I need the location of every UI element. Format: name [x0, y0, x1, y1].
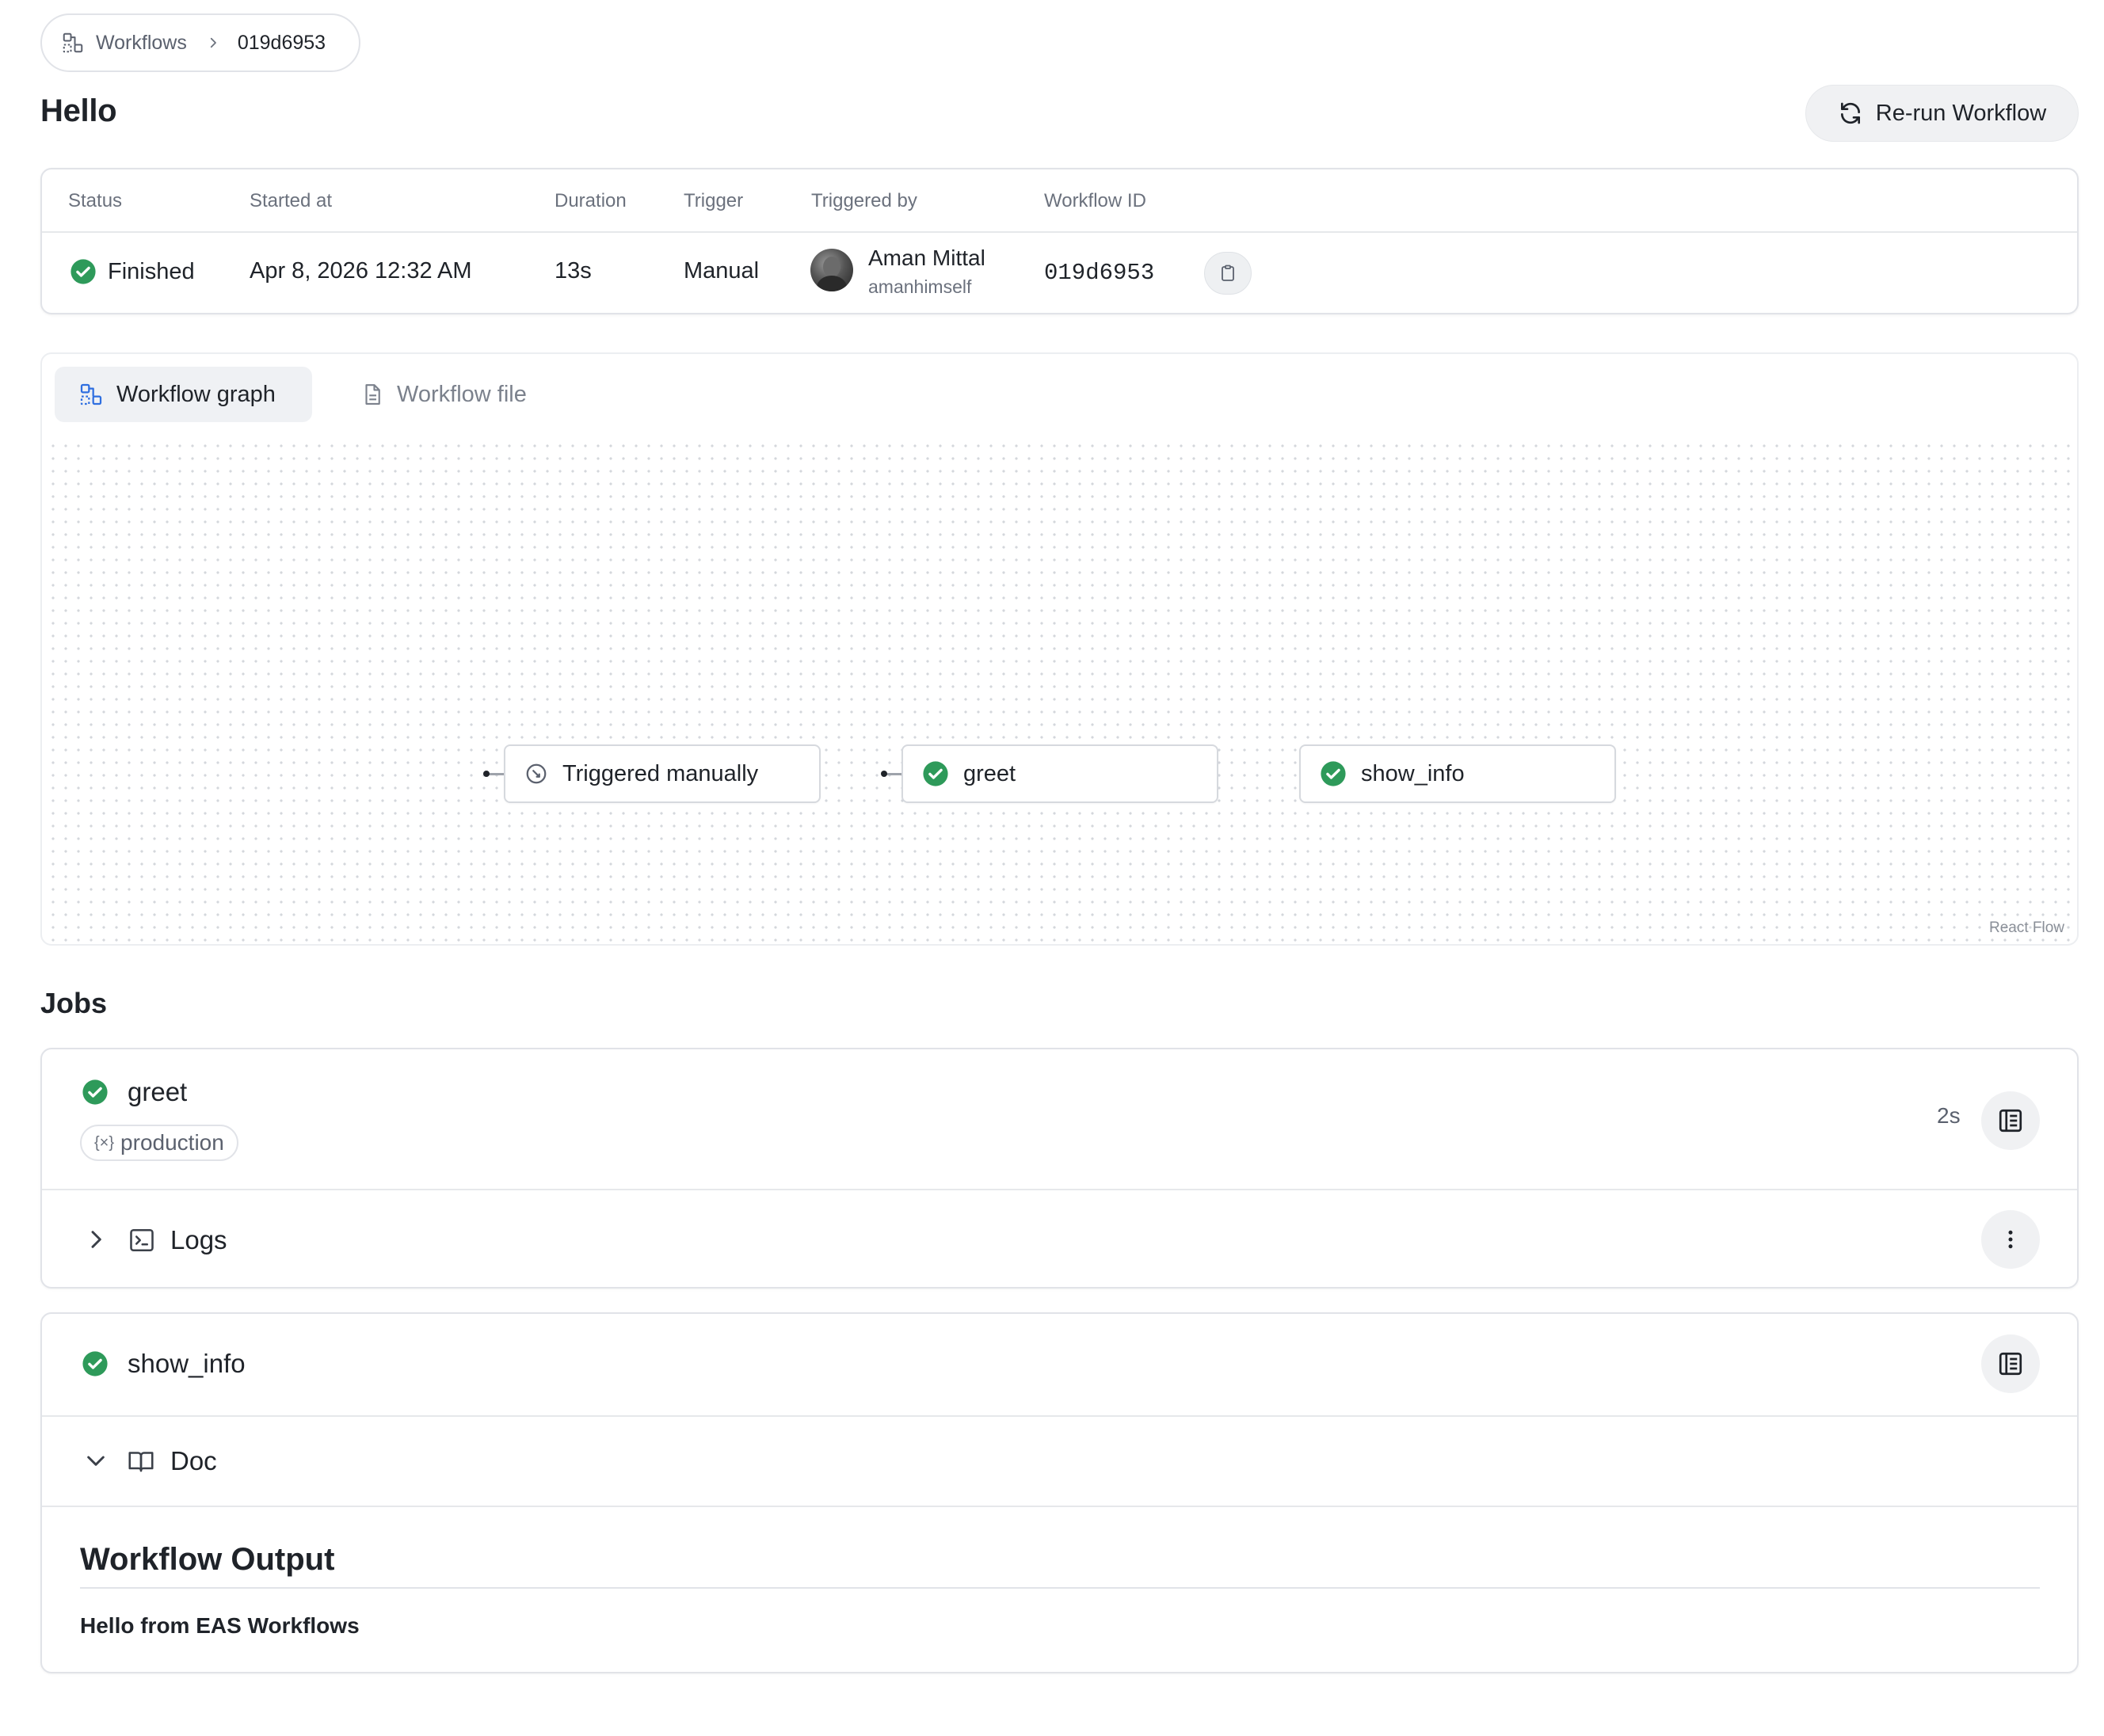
tab-workflow-file-label: Workflow file [397, 381, 527, 407]
logs-label: Logs [170, 1225, 227, 1254]
workflow-id-value: 019d6953 [1044, 260, 1155, 286]
workflow-graph-panel: Workflow graph Workflow file Triggered m… [40, 352, 2079, 946]
duration-header: Duration [555, 190, 627, 211]
book-open-icon [126, 1447, 156, 1475]
check-circle-icon [922, 760, 949, 787]
divider [42, 1506, 2077, 1507]
job-card-greet: greet {×} production 2s Logs [40, 1048, 2079, 1289]
file-icon [360, 383, 384, 406]
duration-value: 13s [555, 258, 592, 284]
rerun-workflow-button[interactable]: Re-run Workflow [1805, 85, 2079, 142]
status-text: Finished [108, 258, 195, 284]
triggered-by-username: amanhimself [868, 276, 972, 297]
job-name: greet [128, 1077, 188, 1106]
copy-workflow-id-button[interactable] [1204, 252, 1252, 295]
avatar [810, 249, 853, 291]
view-job-button[interactable] [1981, 1334, 2040, 1393]
node-handle[interactable] [483, 771, 490, 777]
refresh-icon [1838, 101, 1863, 126]
check-circle-icon [70, 258, 97, 285]
graph-node-label: show_info [1361, 760, 1465, 786]
variable-icon: {×} [94, 1133, 115, 1152]
graph-canvas[interactable]: Triggered manually greet show_info React… [47, 440, 2072, 943]
doc-label: Doc [170, 1446, 217, 1475]
trigger-header: Trigger [684, 190, 744, 211]
output-text: Hello from EAS Workflows [80, 1613, 360, 1638]
graph-node-trigger[interactable]: Triggered manually [504, 744, 821, 803]
doc-section-toggle[interactable]: Doc [42, 1417, 2077, 1504]
more-options-button[interactable] [1981, 1210, 2040, 1269]
check-circle-icon [82, 1079, 109, 1106]
panel-icon [1996, 1350, 2025, 1378]
triggered-by-name[interactable]: Aman Mittal [868, 246, 985, 271]
graph-node-greet[interactable]: greet [901, 744, 1218, 803]
breadcrumb-current: 019d6953 [237, 31, 326, 54]
graph-node-show-info[interactable]: show_info [1299, 744, 1616, 803]
trigger-value: Manual [684, 258, 760, 284]
more-vertical-icon [1999, 1228, 2022, 1251]
triggered-by-header: Triggered by [811, 190, 917, 211]
environment-badge: {×} production [80, 1125, 238, 1161]
job-card-show-info: show_info Doc Workflow Output Hello from… [40, 1312, 2079, 1673]
graph-node-label: Triggered manually [562, 760, 759, 786]
view-job-button[interactable] [1981, 1091, 2040, 1150]
page-title: Hello [40, 93, 117, 128]
breadcrumb: Workflows 019d6953 [40, 13, 360, 72]
workflow-summary: Status Started at Duration Trigger Trigg… [40, 168, 2079, 314]
chevron-right-icon [206, 36, 220, 50]
workflow-icon [78, 382, 104, 407]
rerun-workflow-label: Re-run Workflow [1875, 100, 2047, 126]
workflow-icon [61, 31, 85, 55]
panel-icon [1996, 1106, 2025, 1135]
heading-rule [80, 1587, 2040, 1589]
job-name: show_info [128, 1349, 246, 1378]
tab-workflow-file[interactable]: Workflow file [337, 367, 551, 422]
summary-header-row: Status Started at Duration Trigger Trigg… [42, 169, 2077, 233]
terminal-icon [128, 1226, 156, 1254]
check-circle-icon [1320, 760, 1347, 787]
job-duration: 2s [1937, 1103, 1961, 1128]
workflow-id-header: Workflow ID [1044, 190, 1146, 211]
started-at-value: Apr 8, 2026 12:32 AM [250, 258, 472, 284]
check-circle-icon [82, 1350, 109, 1377]
graph-node-label: greet [963, 760, 1016, 786]
started-at-header: Started at [250, 190, 333, 211]
react-flow-attribution[interactable]: React Flow [1989, 919, 2064, 937]
environment-label: production [120, 1130, 224, 1155]
jobs-heading: Jobs [40, 987, 108, 1019]
tab-workflow-graph[interactable]: Workflow graph [55, 367, 312, 422]
breadcrumb-workflows-link[interactable]: Workflows [96, 32, 187, 55]
output-heading: Workflow Output [80, 1542, 335, 1577]
logs-section-toggle[interactable]: Logs [42, 1190, 2077, 1289]
manual-trigger-icon [524, 762, 548, 786]
status-value: Finished [70, 258, 195, 285]
chevron-down-icon [83, 1448, 109, 1473]
node-handle[interactable] [881, 771, 887, 777]
tab-workflow-graph-label: Workflow graph [116, 381, 276, 407]
chevron-right-icon [83, 1227, 109, 1252]
clipboard-icon [1218, 264, 1237, 283]
status-header: Status [68, 190, 123, 211]
